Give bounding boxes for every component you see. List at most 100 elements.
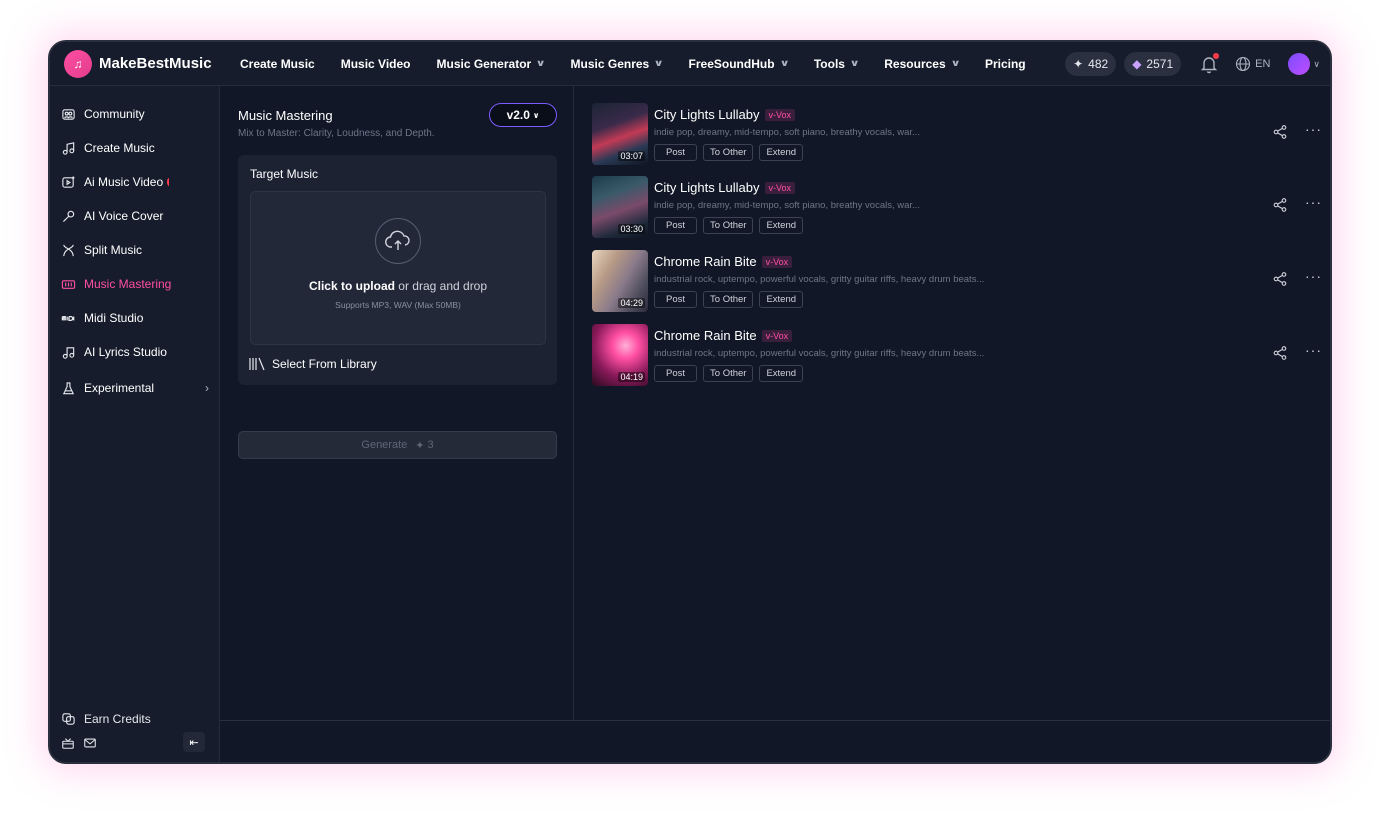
gift-icon[interactable] bbox=[61, 736, 75, 750]
sidebar-item-ai-voice-cover[interactable]: AI Voice Cover bbox=[61, 205, 163, 227]
more-options-icon[interactable]: ··· bbox=[1305, 342, 1322, 358]
song-title[interactable]: Chrome Rain Bite bbox=[654, 254, 757, 269]
extend-button[interactable]: Extend bbox=[759, 365, 804, 382]
chevron-down-icon: ∨ bbox=[532, 110, 540, 120]
chevron-down-icon: ∨ bbox=[535, 58, 546, 68]
sidebar-item-create-music[interactable]: Create Music bbox=[61, 137, 155, 159]
microphone-icon bbox=[62, 210, 75, 222]
nav-music-generator[interactable]: Music Generator ∨ bbox=[437, 57, 546, 71]
sidebar-item-midi-studio[interactable]: Midi Studio bbox=[61, 307, 143, 329]
extend-button[interactable]: Extend bbox=[759, 291, 804, 308]
chevron-down-icon[interactable]: ∨ bbox=[1313, 59, 1320, 70]
music-note-icon bbox=[62, 141, 75, 155]
song-description: industrial rock, uptempo, powerful vocal… bbox=[654, 274, 985, 285]
more-options-icon[interactable]: ··· bbox=[1305, 121, 1322, 137]
nav-tools[interactable]: Tools ∨ bbox=[814, 57, 860, 71]
more-options-icon[interactable]: ··· bbox=[1305, 194, 1322, 210]
song-description: indie pop, dreamy, mid-tempo, soft piano… bbox=[654, 127, 920, 138]
select-from-library-button[interactable]: Select From Library bbox=[248, 357, 377, 371]
post-button[interactable]: Post bbox=[654, 291, 698, 308]
chevron-down-icon: ∨ bbox=[779, 58, 790, 68]
post-button[interactable]: Post bbox=[654, 217, 698, 234]
player-bar bbox=[220, 720, 1330, 762]
new-indicator bbox=[167, 178, 171, 186]
song-item[interactable]: 03:30 City Lights Lullaby v-Vox indie pop… bbox=[592, 176, 1322, 238]
post-button[interactable]: Post bbox=[654, 365, 698, 382]
chevron-right-icon: › bbox=[205, 381, 209, 395]
share-icon[interactable] bbox=[1273, 125, 1287, 139]
extend-button[interactable]: Extend bbox=[759, 217, 804, 234]
midi-icon bbox=[61, 315, 75, 321]
song-item[interactable]: 04:19 Chrome Rain Bite v-Vox industrial r… bbox=[592, 324, 1322, 386]
sidebar-item-music-mastering[interactable]: Music Mastering bbox=[61, 273, 171, 295]
page-subtitle: Mix to Master: Clarity, Loudness, and De… bbox=[238, 128, 435, 139]
collapse-sidebar-button[interactable]: ⇤ bbox=[183, 732, 205, 752]
version-selector[interactable]: v2.0 ∨ bbox=[489, 103, 557, 127]
post-button[interactable]: Post bbox=[654, 144, 698, 161]
sidebar: Community Create Music Ai Music Video AI… bbox=[50, 86, 220, 762]
split-icon bbox=[63, 244, 74, 256]
sidebar-item-community[interactable]: Community bbox=[61, 103, 145, 125]
gems-badge[interactable]: ◆ 2571 bbox=[1124, 52, 1182, 76]
globe-icon bbox=[1236, 56, 1251, 72]
chevron-down-icon: ∨ bbox=[653, 58, 664, 68]
nav-music-genres[interactable]: Music Genres ∨ bbox=[571, 57, 664, 71]
nav-resources[interactable]: Resources ∨ bbox=[884, 57, 961, 71]
chevron-down-icon: ∨ bbox=[849, 58, 860, 68]
library-icon bbox=[249, 357, 265, 371]
video-icon bbox=[62, 175, 75, 188]
sidebar-item-split-music[interactable]: Split Music bbox=[61, 239, 142, 261]
nav-links: Create Music Music Video Music Generator… bbox=[240, 57, 1052, 71]
earn-credits-link[interactable]: Earn Credits bbox=[61, 711, 151, 726]
mastering-panel: Music Mastering Mix to Master: Clarity, … bbox=[220, 86, 574, 720]
avatar[interactable] bbox=[1288, 53, 1311, 75]
version-badge: v-Vox bbox=[761, 329, 793, 342]
target-music-card: Target Music Click to upload or drag and… bbox=[238, 155, 557, 385]
diamond-icon: ◆ bbox=[1132, 57, 1142, 71]
share-icon[interactable] bbox=[1273, 198, 1287, 212]
song-list: 03:07 City Lights Lullaby v-Vox indie pop… bbox=[574, 86, 1330, 720]
app-window: ♫ MakeBestMusic Create Music Music Video… bbox=[48, 40, 1332, 764]
community-icon bbox=[62, 108, 75, 120]
song-item[interactable]: 04:29 Chrome Rain Bite v-Vox industrial r… bbox=[592, 250, 1322, 312]
chevron-down-icon: ∨ bbox=[950, 58, 961, 68]
song-thumbnail[interactable]: 04:29 bbox=[592, 250, 648, 312]
logo-icon: ♫ bbox=[64, 49, 92, 78]
song-title[interactable]: Chrome Rain Bite bbox=[654, 328, 757, 343]
nav-pricing[interactable]: Pricing bbox=[985, 57, 1026, 71]
upload-dropzone[interactable]: Click to upload or drag and drop Support… bbox=[250, 191, 546, 345]
extend-button[interactable]: Extend bbox=[759, 144, 804, 161]
to-other-button[interactable]: To Other bbox=[703, 291, 754, 308]
share-icon[interactable] bbox=[1273, 272, 1287, 286]
mastering-icon bbox=[61, 279, 76, 289]
more-options-icon[interactable]: ··· bbox=[1305, 268, 1322, 284]
mail-icon[interactable] bbox=[83, 736, 97, 750]
song-item[interactable]: 03:07 City Lights Lullaby v-Vox indie pop… bbox=[592, 103, 1322, 165]
song-description: industrial rock, uptempo, powerful vocal… bbox=[654, 348, 985, 359]
to-other-button[interactable]: To Other bbox=[703, 217, 754, 234]
language-selector[interactable]: EN bbox=[1235, 56, 1270, 72]
song-thumbnail[interactable]: 03:07 bbox=[592, 103, 648, 165]
version-badge: v-Vox bbox=[761, 255, 793, 268]
sparkle-icon: ✦ bbox=[415, 439, 425, 452]
song-title[interactable]: City Lights Lullaby bbox=[654, 107, 760, 122]
brand[interactable]: ♫ MakeBestMusic bbox=[64, 49, 240, 78]
song-thumbnail[interactable]: 03:30 bbox=[592, 176, 648, 238]
nav-music-video[interactable]: Music Video bbox=[341, 57, 411, 71]
to-other-button[interactable]: To Other bbox=[703, 144, 754, 161]
coins-icon bbox=[62, 713, 75, 725]
notification-bell-icon[interactable] bbox=[1199, 53, 1220, 74]
sidebar-item-ai-music-video[interactable]: Ai Music Video bbox=[61, 171, 171, 193]
sidebar-item-experimental[interactable]: Experimental › bbox=[61, 377, 209, 399]
generate-button[interactable]: Generate ✦ 3 bbox=[238, 431, 557, 459]
song-title[interactable]: City Lights Lullaby bbox=[654, 180, 760, 195]
share-icon[interactable] bbox=[1273, 346, 1287, 360]
nav-freesoundhub[interactable]: FreeSoundHub ∨ bbox=[689, 57, 790, 71]
song-thumbnail[interactable]: 04:19 bbox=[592, 324, 648, 386]
upload-hint: Supports MP3, WAV (Max 50MB) bbox=[335, 300, 461, 310]
credits-badge[interactable]: ✦ 482 bbox=[1065, 52, 1117, 76]
nav-create-music[interactable]: Create Music bbox=[240, 57, 315, 71]
sidebar-item-ai-lyrics-studio[interactable]: AI Lyrics Studio bbox=[61, 341, 167, 363]
to-other-button[interactable]: To Other bbox=[703, 365, 754, 382]
song-description: indie pop, dreamy, mid-tempo, soft piano… bbox=[654, 200, 920, 211]
